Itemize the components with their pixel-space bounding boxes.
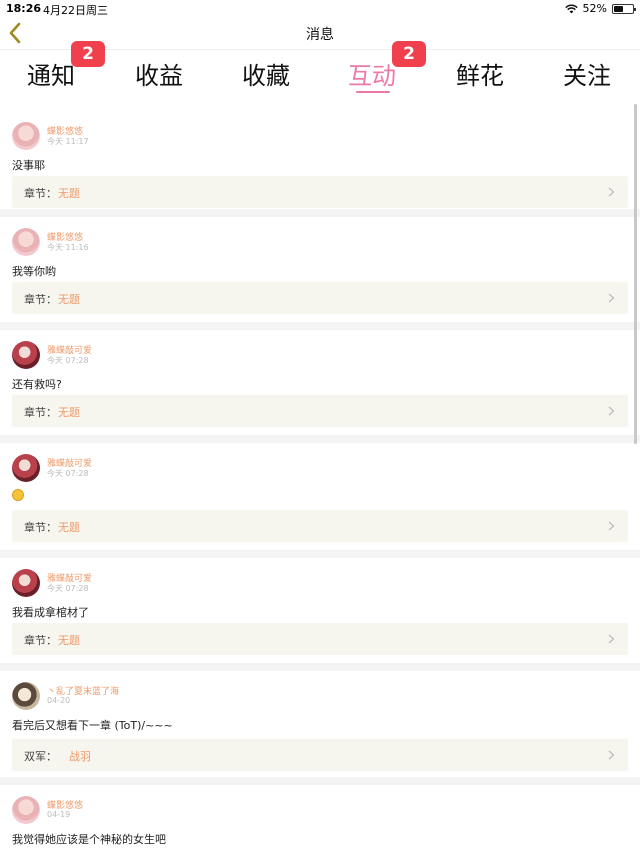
status-time: 18:26 [6, 2, 42, 15]
list-item: 雅蝶敲可爱 今天 07:28 章节： 无题 [0, 443, 640, 551]
list-item: 雅蝶敲可爱 今天 07:28 我看成拿棺材了 章节： 无题 [0, 558, 640, 664]
message-content: 我看成拿棺材了 [12, 606, 89, 619]
message-list: 蝶影悠悠 今天 11:17 没事耶 章节： 无题 蝶影悠悠 今天 11:16 我… [0, 103, 640, 853]
divider [0, 209, 640, 217]
chevron-right-icon [608, 406, 615, 416]
timestamp: 今天 07:28 [47, 469, 89, 478]
message-content: 看完后又想看下一章 (ToT)/~~~ [12, 719, 173, 732]
divider [0, 663, 640, 671]
divider [0, 435, 640, 443]
avatar[interactable] [12, 454, 40, 482]
chapter-link[interactable]: 章节： 无题 [12, 623, 628, 655]
list-item: 蝶影悠悠 今天 11:16 我等你哟 章节： 无题 [0, 217, 640, 323]
tab-income[interactable]: 收益 [135, 56, 183, 91]
wifi-icon [564, 3, 578, 13]
timestamp: 04-20 [47, 696, 71, 705]
tab-notice[interactable]: 通知 [27, 56, 75, 91]
list-item: 雅蝶敲可爱 今天 07:28 还有救吗? 章节： 无题 [0, 330, 640, 436]
tab-flowers[interactable]: 鲜花 [456, 56, 504, 91]
chapter-title: 无题 [58, 187, 80, 200]
chapter-title: 无题 [58, 521, 80, 534]
message-content: 没事耶 [12, 159, 45, 172]
timestamp: 今天 11:17 [47, 137, 89, 146]
timestamp: 今天 07:28 [47, 356, 89, 365]
chapter-title: 无题 [58, 634, 80, 647]
chevron-right-icon [608, 521, 615, 531]
list-item: 丶乱了夏末蓝了海 04-20 看完后又想看下一章 (ToT)/~~~ 双军： 战… [0, 671, 640, 777]
chapter-label: 章节： [24, 187, 57, 200]
list-item: 蝶影悠悠 今天 11:17 没事耶 章节： 无题 [0, 111, 640, 209]
tab-follow[interactable]: 关注 [563, 56, 611, 91]
avatar[interactable] [12, 341, 40, 369]
chapter-link[interactable]: 章节： 无题 [12, 395, 628, 427]
chevron-right-icon [608, 187, 615, 197]
message-content [12, 489, 24, 504]
chevron-right-icon [608, 750, 615, 760]
status-date: 4月22日周三 [43, 4, 108, 17]
avatar[interactable] [12, 682, 40, 710]
chevron-right-icon [608, 293, 615, 303]
chapter-label: 章节： [24, 634, 57, 647]
timestamp: 04-19 [47, 810, 71, 819]
notice-badge: 2 [71, 41, 105, 67]
scrollbar[interactable] [634, 104, 637, 444]
chevron-right-icon [608, 634, 615, 644]
list-item: 蝶影悠悠 04-19 我觉得她应该是个神秘的女生吧 [0, 785, 640, 853]
chapter-title: 无题 [58, 406, 80, 419]
divider [0, 322, 640, 330]
chapter-link[interactable]: 章节： 无题 [12, 282, 628, 314]
chapter-label: 章节： [24, 406, 57, 419]
chapter-title: 战羽 [69, 750, 91, 763]
divider [0, 550, 640, 558]
timestamp: 今天 11:16 [47, 243, 89, 252]
message-content: 我觉得她应该是个神秘的女生吧 [12, 833, 166, 846]
laughing-emoji-icon [12, 489, 24, 501]
avatar[interactable] [12, 796, 40, 824]
battery-icon [612, 3, 636, 14]
avatar[interactable] [12, 228, 40, 256]
chapter-link[interactable]: 双军： 战羽 [12, 739, 628, 771]
active-tab-indicator [356, 91, 390, 93]
chapter-title: 无题 [58, 293, 80, 306]
tab-interaction[interactable]: 互动 [348, 56, 396, 91]
message-content: 还有救吗? [12, 378, 62, 391]
avatar[interactable] [12, 569, 40, 597]
avatar[interactable] [12, 122, 40, 150]
chapter-link[interactable]: 章节： 无题 [12, 510, 628, 542]
message-content: 我等你哟 [12, 265, 56, 278]
status-bar: 18:26 4月22日周三 52% [0, 0, 640, 17]
divider [0, 777, 640, 785]
chapter-link[interactable]: 章节： 无题 [12, 176, 628, 208]
status-right: 52% [564, 2, 636, 15]
tab-favorites[interactable]: 收藏 [242, 56, 290, 91]
chapter-label: 章节： [24, 521, 57, 534]
battery-percent: 52% [582, 2, 607, 15]
timestamp: 今天 07:28 [47, 584, 89, 593]
chapter-label: 双军： [24, 750, 57, 763]
chapter-label: 章节： [24, 293, 57, 306]
interaction-badge: 2 [392, 41, 426, 67]
